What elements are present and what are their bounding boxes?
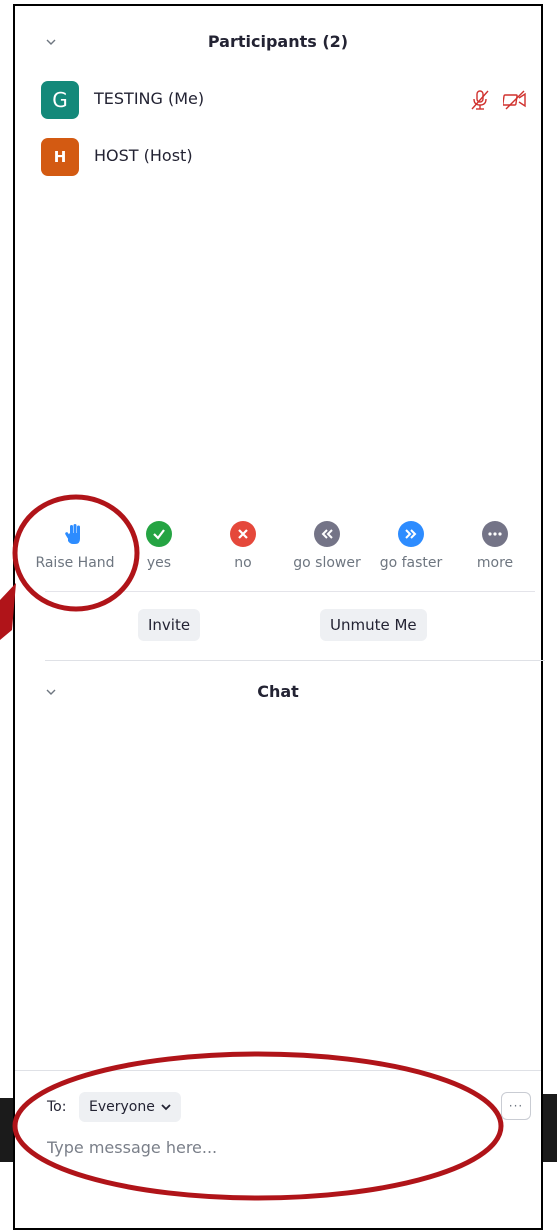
checkmark-icon: [146, 521, 172, 547]
meeting-side-panel: Participants (2) G TESTING (Me) H HOST (…: [13, 4, 545, 1230]
ellipsis-icon: [482, 521, 508, 547]
message-input[interactable]: [47, 1134, 487, 1160]
reaction-label: go faster: [379, 555, 443, 571]
reaction-label: go slower: [293, 555, 361, 571]
chat-header: Chat: [15, 672, 541, 712]
participant-row[interactable]: G TESTING (Me): [41, 81, 531, 121]
section-divider: [45, 660, 545, 661]
reaction-label: Raise Hand: [35, 555, 115, 571]
divider: [45, 591, 535, 592]
composer-divider: [15, 1070, 541, 1071]
avatar: G: [41, 81, 79, 119]
chat-more-button[interactable]: ···: [501, 1092, 531, 1120]
go-faster-button[interactable]: go faster: [371, 521, 451, 583]
avatar-initial: G: [52, 88, 68, 112]
raise-hand-button[interactable]: Raise Hand: [35, 521, 115, 583]
reaction-label: more: [476, 555, 514, 571]
avatar-initial: H: [53, 148, 67, 166]
x-icon: [230, 521, 256, 547]
participants-title: Participants (2): [207, 32, 349, 51]
more-reactions-button[interactable]: more: [455, 521, 535, 583]
participant-status-icons: [469, 89, 527, 111]
no-button[interactable]: no: [203, 521, 283, 583]
invite-button[interactable]: Invite: [138, 609, 201, 641]
double-chevron-left-icon: [314, 521, 340, 547]
participant-name: TESTING (Me): [94, 89, 205, 108]
unmute-me-button[interactable]: Unmute Me: [320, 609, 427, 641]
double-chevron-right-icon: [398, 521, 424, 547]
chevron-down-icon: [161, 1104, 171, 1111]
raise-hand-icon: [62, 521, 88, 547]
participants-header: Participants (2): [15, 22, 541, 62]
nonverbal-feedback-bar: Raise Hand yes no go slower go faster mo…: [35, 521, 535, 583]
recipient-dropdown[interactable]: Everyone: [79, 1092, 181, 1122]
participant-name: HOST (Host): [94, 146, 193, 165]
go-slower-button[interactable]: go slower: [287, 521, 367, 583]
screenshot-stage: Participants (2) G TESTING (Me) H HOST (…: [0, 0, 557, 1231]
chat-title: Chat: [257, 682, 299, 701]
recipient-value: Everyone: [89, 1099, 155, 1115]
muted-microphone-icon: [471, 90, 489, 110]
participant-row[interactable]: H HOST (Host): [41, 138, 531, 178]
to-label: To:: [47, 1099, 67, 1115]
yes-button[interactable]: yes: [119, 521, 199, 583]
reaction-label: yes: [146, 555, 172, 571]
avatar: H: [41, 138, 79, 176]
video-off-icon: [503, 90, 526, 110]
reaction-label: no: [234, 555, 252, 571]
